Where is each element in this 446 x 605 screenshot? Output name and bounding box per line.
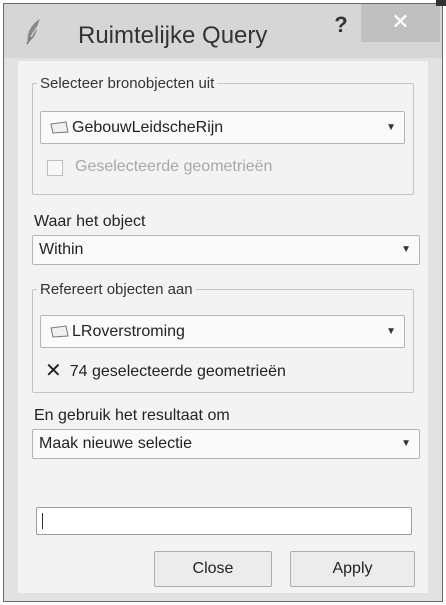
source-group-title: Selecteer bronobjecten uit	[37, 75, 218, 93]
operation-value: Within	[39, 241, 84, 258]
reference-status-text: 74 geselecteerde geometrieën	[69, 363, 286, 380]
source-layer-combobox[interactable]: GebouwLeidscheRijn ▼	[40, 111, 405, 144]
dropdown-arrow-icon: ▼	[401, 244, 411, 255]
apply-button[interactable]: Apply	[290, 551, 415, 587]
dropdown-arrow-icon: ▼	[401, 438, 411, 449]
spatial-query-dialog: Ruimtelijke Query ? ✕ Selecteer bronobje…	[3, 3, 443, 602]
result-action-value: Maak nieuwe selectie	[39, 435, 192, 452]
help-button[interactable]: ?	[326, 10, 356, 40]
reference-layer-combobox[interactable]: LRoverstroming ▼	[40, 315, 405, 348]
x-mark-icon: ✕	[45, 360, 62, 382]
result-label: En gebruik het resultaat om	[34, 407, 230, 424]
text-caret	[42, 513, 43, 529]
operation-combobox[interactable]: Within ▼	[32, 235, 420, 265]
dropdown-arrow-icon: ▼	[386, 122, 396, 133]
corner-fragment	[436, 0, 446, 6]
reference-selection-status: ✕ 74 geselecteerde geometrieën	[45, 358, 286, 383]
polygon-layer-icon	[49, 114, 69, 134]
source-layer-name: GebouwLeidscheRijn	[72, 119, 224, 136]
dialog-body: Selecteer bronobjecten uit GebouwLeidsch…	[18, 61, 428, 593]
window-title: Ruimtelijke Query	[78, 22, 268, 49]
dropdown-arrow-icon: ▼	[386, 326, 396, 337]
reference-group-title: Refereert objecten aan	[37, 281, 196, 299]
reference-layer-name: LRoverstroming	[72, 323, 185, 340]
result-action-combobox[interactable]: Maak nieuwe selectie ▼	[32, 429, 420, 459]
selected-geometries-checkbox[interactable]	[47, 160, 63, 176]
selected-geometries-option[interactable]: Geselecteerde geometrieën	[47, 158, 347, 180]
where-label: Waar het object	[34, 213, 146, 230]
source-layer-group: Selecteer bronobjecten uit GebouwLeidsch…	[32, 75, 414, 195]
window-close-button[interactable]: ✕	[361, 4, 440, 42]
polygon-layer-icon	[49, 318, 69, 338]
title-bar: Ruimtelijke Query ? ✕	[4, 4, 442, 58]
qgis-feather-icon	[22, 17, 48, 45]
close-button[interactable]: Close	[154, 551, 272, 587]
reference-layer-group: Refereert objecten aan LRoverstroming ▼ …	[32, 281, 414, 393]
selected-geometries-label: Geselecteerde geometrieën	[75, 158, 273, 175]
query-text-field[interactable]	[36, 507, 412, 535]
